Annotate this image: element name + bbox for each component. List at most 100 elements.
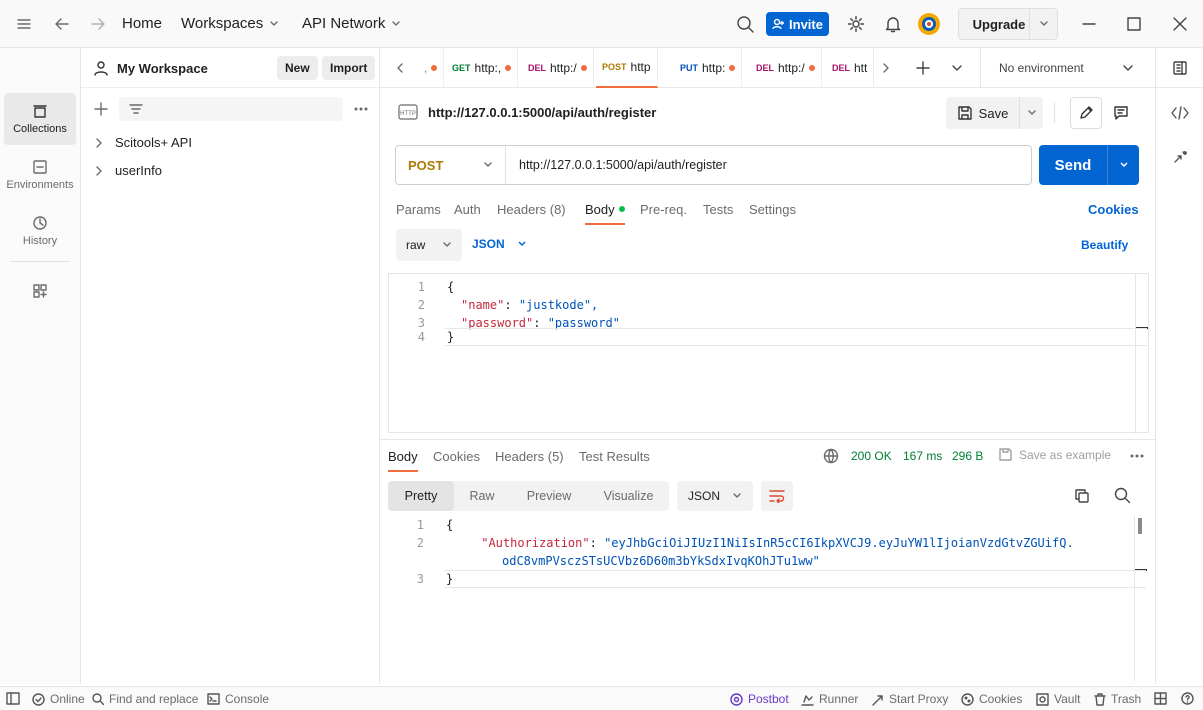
request-tab[interactable]: DEL htt: [826, 48, 875, 88]
response-size[interactable]: 296 B: [952, 449, 983, 463]
tab-settings[interactable]: Settings: [749, 202, 796, 217]
rail-item-collections[interactable]: Collections: [4, 93, 76, 145]
tree-item-userinfo[interactable]: userInfo: [93, 163, 162, 178]
tree-item-scitools[interactable]: Scitools+ API: [93, 135, 192, 150]
maximize-window-icon[interactable]: [1127, 17, 1141, 31]
related-collections-icon[interactable]: [1172, 150, 1188, 168]
status-code[interactable]: 200 OK: [851, 449, 892, 463]
trash-button[interactable]: Trash: [1094, 692, 1141, 706]
proxy-icon: [872, 694, 883, 706]
search-icon[interactable]: [736, 15, 754, 33]
filter-input[interactable]: [119, 97, 343, 121]
vault-button[interactable]: Vault: [1036, 692, 1080, 706]
new-button[interactable]: New: [277, 56, 318, 80]
response-body-viewer[interactable]: 1 { 2 "Authorization": "eyJhbGciOiJIUzI1…: [388, 516, 1149, 681]
search-response-icon[interactable]: [1114, 487, 1131, 504]
import-button[interactable]: Import: [322, 56, 376, 80]
postbot-button[interactable]: Postbot: [730, 692, 789, 706]
nav-api-network[interactable]: API Network: [302, 15, 401, 32]
body-lang-select[interactable]: JSON: [472, 237, 527, 251]
tab-auth[interactable]: Auth: [454, 202, 481, 217]
scroll-right-icon[interactable]: [880, 62, 892, 74]
more-options-icon[interactable]: [353, 102, 369, 116]
response-time[interactable]: 167 ms: [903, 449, 942, 463]
notifications-bell-icon[interactable]: [884, 15, 902, 33]
comments-button[interactable]: [1105, 97, 1137, 129]
settings-gear-icon[interactable]: [847, 15, 865, 33]
rail-item-environments[interactable]: Environments: [4, 149, 76, 201]
add-collection-icon[interactable]: [93, 101, 109, 117]
environment-select[interactable]: No environment: [980, 48, 1150, 88]
save-button[interactable]: Save: [946, 97, 1043, 129]
request-body-editor[interactable]: 1 { 2 "name": "justkode", 3 "password": …: [388, 273, 1149, 434]
save-as-example-button[interactable]: Save as example: [998, 447, 1111, 462]
layout-toggle-icon[interactable]: [1154, 692, 1167, 705]
environment-quicklook-icon[interactable]: [1155, 48, 1203, 88]
menu-icon[interactable]: [16, 16, 32, 32]
scroll-thumb[interactable]: [1138, 518, 1142, 534]
help-icon[interactable]: [1181, 692, 1194, 705]
copy-icon[interactable]: [1074, 488, 1090, 504]
resp-tab-cookies[interactable]: Cookies: [433, 449, 480, 464]
tab-headers[interactable]: Headers (8): [497, 202, 566, 217]
runner-button[interactable]: Runner: [801, 692, 858, 706]
view-pretty[interactable]: Pretty: [388, 481, 454, 511]
find-replace[interactable]: Find and replace: [92, 692, 198, 706]
send-dropdown[interactable]: [1107, 145, 1139, 185]
tab-pre-request[interactable]: Pre-req.: [640, 202, 687, 217]
upgrade-button[interactable]: Upgrade: [958, 8, 1058, 40]
code-snippet-icon[interactable]: [1171, 105, 1189, 121]
save-dropdown[interactable]: [1019, 97, 1043, 129]
minimize-window-icon[interactable]: [1081, 16, 1097, 32]
beautify-link[interactable]: Beautify: [1081, 238, 1128, 252]
resp-tab-test-results[interactable]: Test Results: [579, 449, 650, 464]
request-tab-active[interactable]: POST http: [596, 48, 658, 88]
rail-item-history[interactable]: History: [4, 205, 76, 257]
new-tab-icon[interactable]: [915, 60, 931, 76]
send-button[interactable]: Send: [1039, 145, 1139, 185]
method-select[interactable]: POST: [396, 146, 506, 184]
back-icon[interactable]: [54, 16, 70, 32]
invite-button[interactable]: Invite: [766, 12, 829, 36]
upgrade-dropdown[interactable]: [1029, 9, 1057, 39]
resp-tab-headers[interactable]: Headers (5): [495, 449, 564, 464]
response-more-icon[interactable]: [1129, 450, 1145, 462]
user-avatar[interactable]: [917, 12, 941, 36]
request-tab[interactable]: DEL http:/: [522, 48, 594, 88]
url-input[interactable]: http://127.0.0.1:5000/api/auth/register: [506, 158, 727, 172]
globe-icon[interactable]: [823, 448, 839, 464]
request-title[interactable]: http://127.0.0.1:5000/api/auth/register: [428, 105, 656, 120]
tab-params[interactable]: Params: [396, 202, 441, 217]
cookies-link[interactable]: Cookies: [1088, 202, 1139, 217]
request-tab[interactable]: DEL http:/: [750, 48, 822, 88]
view-visualize[interactable]: Visualize: [588, 481, 669, 511]
tab-partial[interactable]: ,: [418, 48, 445, 88]
workspace-header[interactable]: My Workspace: [93, 60, 208, 76]
nav-api-network-label: API Network: [302, 15, 386, 32]
edit-pencil-button[interactable]: [1070, 97, 1102, 129]
request-tab[interactable]: PUT http:: [674, 48, 743, 88]
start-proxy-button[interactable]: Start Proxy: [872, 692, 948, 706]
tabs-dropdown-icon[interactable]: [951, 62, 963, 74]
forward-icon[interactable]: [90, 16, 106, 32]
tab-tests[interactable]: Tests: [703, 202, 733, 217]
scroll-left-icon[interactable]: [394, 62, 406, 74]
toggle-sidebar-icon[interactable]: [6, 692, 20, 705]
cookies-button[interactable]: Cookies: [961, 692, 1022, 706]
nav-workspaces[interactable]: Workspaces: [181, 15, 279, 32]
save-main[interactable]: Save: [946, 105, 1019, 121]
pencil-icon: [1080, 106, 1093, 119]
view-raw[interactable]: Raw: [454, 481, 510, 511]
wrap-lines-button[interactable]: [761, 481, 793, 511]
console-button[interactable]: Console: [207, 692, 269, 706]
resp-tab-body[interactable]: Body: [388, 449, 418, 472]
apps-grid-icon[interactable]: [32, 283, 48, 299]
request-tab[interactable]: GET http:,: [446, 48, 519, 88]
close-window-icon[interactable]: [1172, 16, 1188, 32]
tab-body[interactable]: Body: [585, 202, 625, 225]
view-preview[interactable]: Preview: [510, 481, 588, 511]
online-status[interactable]: Online: [32, 692, 85, 706]
nav-home[interactable]: Home: [122, 15, 162, 32]
response-lang-select[interactable]: JSON: [677, 481, 753, 511]
body-mode-select[interactable]: raw: [396, 229, 462, 261]
